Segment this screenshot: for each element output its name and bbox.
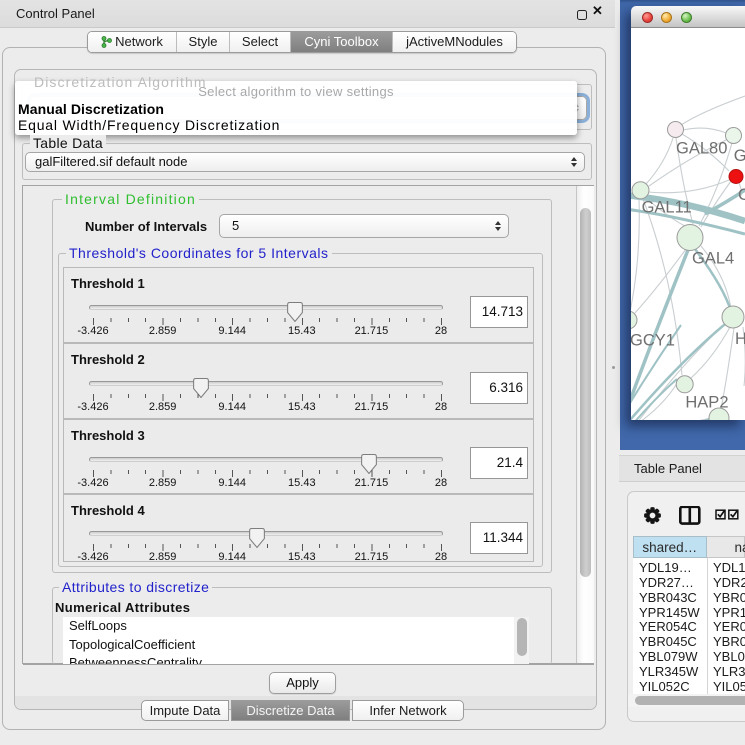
svg-text:H: H: [735, 330, 745, 348]
svg-text:GAL80: GAL80: [676, 140, 727, 158]
svg-text:HAP2: HAP2: [685, 394, 728, 412]
svg-text:GAL11: GAL11: [642, 199, 692, 217]
svg-text:GCY1: GCY1: [631, 332, 675, 350]
svg-text:C: C: [738, 186, 745, 204]
svg-text:GA: GA: [734, 147, 745, 165]
svg-text:GAL4: GAL4: [692, 250, 734, 268]
